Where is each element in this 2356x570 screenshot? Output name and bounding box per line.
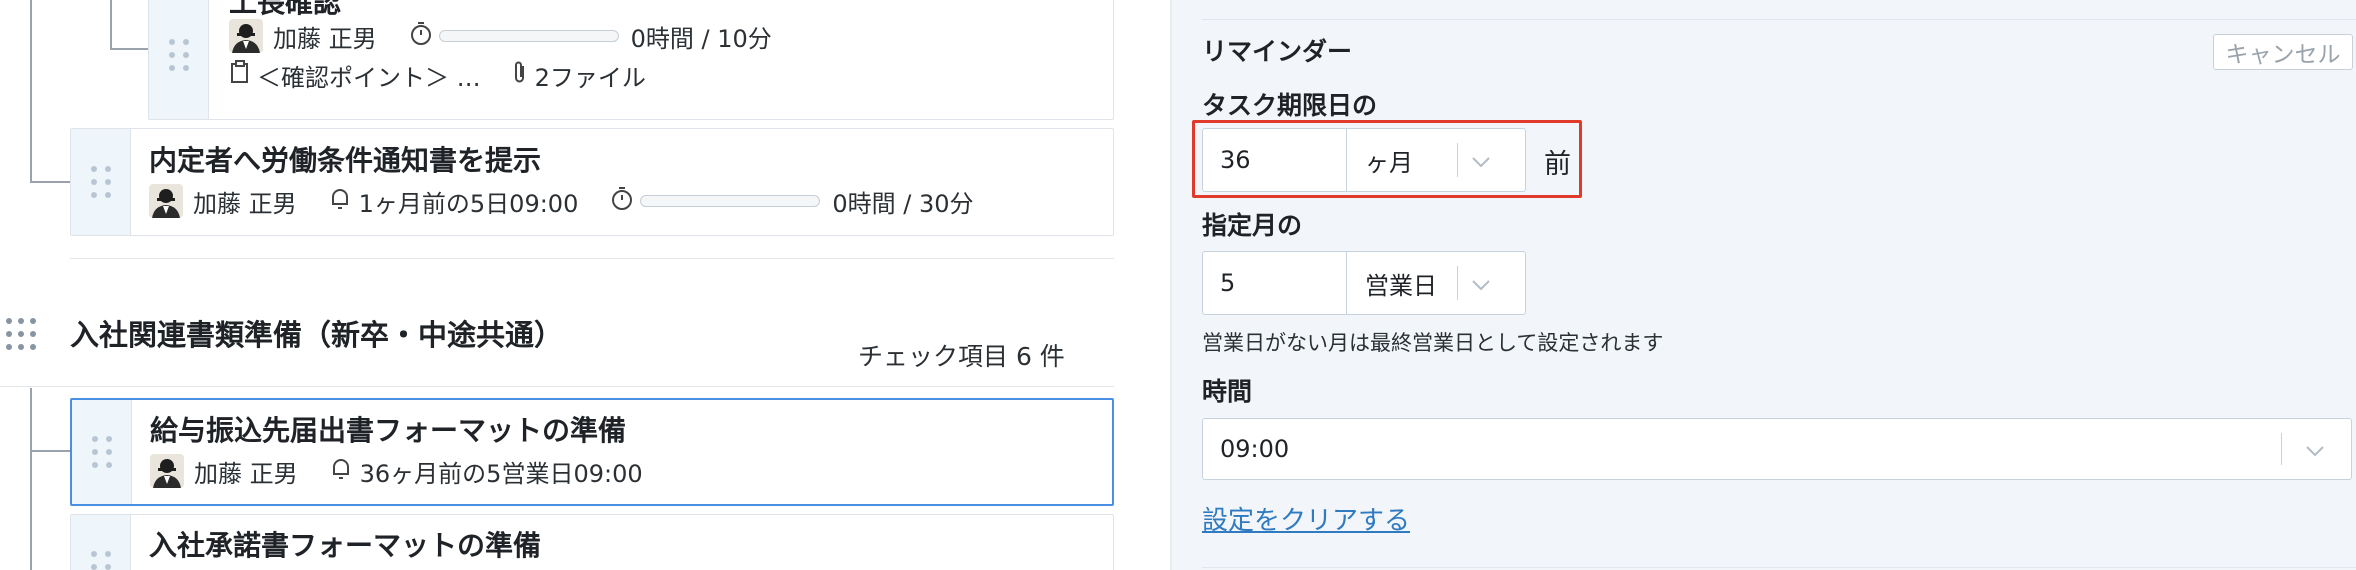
avatar xyxy=(229,19,263,53)
task-meta-2: ＜確認ポイント＞ … 2ファイル xyxy=(229,57,646,93)
task-note: ＜確認ポイント＞ … xyxy=(257,63,481,92)
time-spent: 0時間 / 10分 xyxy=(630,24,772,53)
task-card[interactable]: 工長確認 加藤 正男 0時間 / 10分 ＜確認ポイント＞ … 2ファイル xyxy=(148,0,1114,120)
drag-handle-icon[interactable] xyxy=(71,129,131,235)
tree-line xyxy=(30,181,70,183)
time-label: 時間 xyxy=(1202,377,1253,406)
section-divider xyxy=(0,386,1114,387)
bell-icon xyxy=(329,185,351,217)
avatar xyxy=(150,454,184,488)
assignee-name: 加藤 正男 xyxy=(273,24,377,53)
timer-icon xyxy=(409,20,433,52)
day-field-group: 5 営業日 xyxy=(1202,251,1526,315)
task-card-selected[interactable]: 給与振込先届出書フォーマットの準備 加藤 正男 36ヶ月前の5営業日09:00 xyxy=(70,398,1114,506)
section-divider xyxy=(70,258,1114,259)
day-value-input[interactable]: 5 xyxy=(1203,252,1347,314)
day-unit-value: 営業日 xyxy=(1365,271,1437,300)
day-unit-select[interactable]: 営業日 xyxy=(1347,252,1525,314)
clear-settings-link[interactable]: 設定をクリアする xyxy=(1202,500,1410,537)
assignee-name: 加藤 正男 xyxy=(193,189,297,218)
tree-line xyxy=(30,388,32,570)
drag-handle-icon[interactable] xyxy=(72,400,132,504)
drag-handle-icon[interactable] xyxy=(71,515,131,570)
time-progress-bar xyxy=(438,30,619,42)
select-separator xyxy=(1457,266,1458,300)
time-value: 09:00 xyxy=(1220,435,1290,463)
reminder-text: 1ヶ月前の5日09:00 xyxy=(358,189,579,218)
assignee-name: 加藤 正男 xyxy=(194,459,298,488)
panel-divider xyxy=(1202,567,2356,568)
time-select[interactable]: 09:00 xyxy=(1202,418,2352,480)
chevron-down-icon xyxy=(1471,269,1491,297)
task-meta: 加藤 正男 36ヶ月前の5営業日09:00 xyxy=(150,453,643,489)
highlight-box xyxy=(1192,120,1582,198)
reminder-heading: リマインダー xyxy=(1202,37,1353,66)
reminder-panel: リマインダー キャンセル タスク期限日の 36 ヶ月 前 指定月の 5 営業日 xyxy=(1172,0,2356,570)
deadline-label: タスク期限日の xyxy=(1202,91,1378,120)
tree-line xyxy=(110,0,112,50)
time-progress-bar xyxy=(640,195,821,207)
section-item-count: チェック項目 6 件 xyxy=(858,342,1065,371)
task-card[interactable]: 内定者へ労働条件通知書を提示 加藤 正男 1ヶ月前の5日09:00 0時間 / … xyxy=(70,128,1114,236)
time-spent: 0時間 / 30分 xyxy=(832,189,974,218)
panel-divider xyxy=(1202,19,2356,20)
select-separator xyxy=(2281,433,2282,465)
section-drag-handle-icon[interactable] xyxy=(6,318,36,350)
checklist-pane: 工長確認 加藤 正男 0時間 / 10分 ＜確認ポイント＞ … 2ファイル 内定… xyxy=(0,0,1170,570)
tree-line xyxy=(30,0,32,183)
task-title: 入社承諾書フォーマットの準備 xyxy=(149,529,542,562)
reminder-text: 36ヶ月前の5営業日09:00 xyxy=(359,459,643,488)
page: 工長確認 加藤 正男 0時間 / 10分 ＜確認ポイント＞ … 2ファイル 内定… xyxy=(0,0,2356,570)
task-meta: 加藤 正男 0時間 / 10分 xyxy=(229,18,772,54)
cancel-button[interactable]: キャンセル xyxy=(2213,34,2353,70)
task-card[interactable]: 入社承諾書フォーマットの準備 xyxy=(70,514,1114,570)
paperclip-icon xyxy=(513,60,527,90)
tree-line xyxy=(30,450,70,452)
tree-line xyxy=(110,48,148,50)
drag-handle-icon[interactable] xyxy=(149,0,209,119)
month-label: 指定月の xyxy=(1202,211,1303,240)
task-title: 内定者へ労働条件通知書を提示 xyxy=(149,144,542,177)
task-title: 給与振込先届出書フォーマットの準備 xyxy=(150,414,627,447)
memo-icon xyxy=(229,59,251,91)
avatar xyxy=(149,184,183,218)
chevron-down-icon xyxy=(2305,435,2325,463)
business-day-note: 営業日がない月は最終営業日として設定されます xyxy=(1202,331,1664,355)
section-title[interactable]: 入社関連書類準備（新卒・中途共通） xyxy=(70,312,563,354)
timer-icon xyxy=(610,185,634,217)
task-meta: 加藤 正男 1ヶ月前の5日09:00 0時間 / 30分 xyxy=(149,183,974,219)
attachment-count: 2ファイル xyxy=(534,63,646,92)
bell-icon xyxy=(330,455,352,487)
